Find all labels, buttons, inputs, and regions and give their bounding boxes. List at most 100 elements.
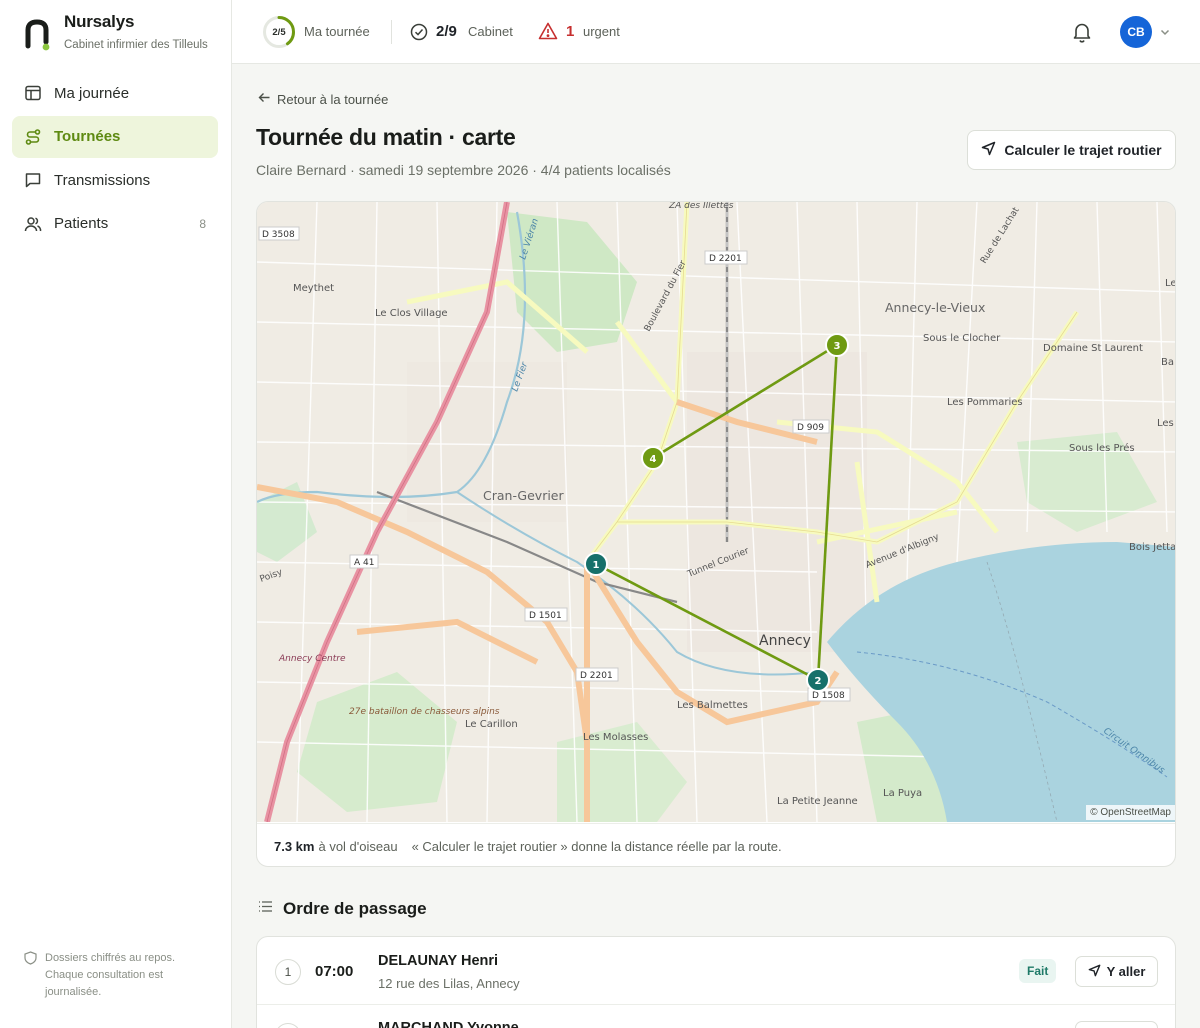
map-card: Meythet Le Clos Village Cran-Gevrier Ann… xyxy=(256,201,1176,867)
avatar[interactable]: CB xyxy=(1120,16,1152,48)
users-icon xyxy=(24,215,42,233)
stop-marker-1[interactable]: 1 xyxy=(584,552,608,576)
go-there-label: Y aller xyxy=(1106,964,1146,979)
svg-text:D 2201: D 2201 xyxy=(709,254,742,264)
warning-icon xyxy=(538,22,558,45)
svg-text:D 3508: D 3508 xyxy=(262,230,295,240)
map-label: Cran-Gevrier xyxy=(483,488,564,503)
svg-text:1: 1 xyxy=(593,560,600,571)
cabinet-name: Cabinet infirmier des Tilleuls xyxy=(64,39,208,51)
svg-text:D 1508: D 1508 xyxy=(812,691,845,701)
list-item[interactable]: 2 MARCHAND Yvonne xyxy=(257,1005,1175,1028)
page-subtitle: Claire Bernard · samedi 19 septembre 202… xyxy=(256,162,671,178)
topbar: 2/5 Ma tournée 2/9 Cabinet 1 urgent CB xyxy=(232,0,1200,64)
map-label: Bois Jetta xyxy=(1129,542,1176,553)
nursalys-logo-icon xyxy=(24,18,50,52)
route-icon xyxy=(24,128,42,146)
map-label: Le Clos Village xyxy=(375,308,448,319)
map-label: Annecy xyxy=(759,633,811,649)
cabinet-label: Cabinet xyxy=(468,24,513,39)
list-icon xyxy=(258,900,273,918)
map-label: Annecy-le-Vieux xyxy=(885,300,985,315)
sidebar-item-label: Tournées xyxy=(54,128,121,145)
bell-icon[interactable] xyxy=(1070,20,1094,44)
visit-number: 1 xyxy=(275,959,301,985)
patient-name[interactable]: MARCHAND Yvonne xyxy=(378,1020,519,1028)
sidebar-item-ma-journee[interactable]: Ma journée xyxy=(12,72,218,114)
map-label: Sous les Prés xyxy=(1069,442,1135,454)
svg-text:D 1501: D 1501 xyxy=(529,611,562,621)
stop-marker-3[interactable]: 3 xyxy=(825,333,849,357)
distance-value: 7.3 km xyxy=(274,838,315,854)
map-label: Les Pommaries xyxy=(947,397,1023,408)
sidebar-item-tournees[interactable]: Tournées xyxy=(12,115,218,158)
svg-text:2: 2 xyxy=(815,676,822,687)
visit-number: 2 xyxy=(275,1023,301,1028)
map-attribution[interactable]: © OpenStreetMap xyxy=(1086,805,1175,820)
back-link[interactable]: Retour à la tournée xyxy=(258,91,388,107)
navigation-icon xyxy=(1088,964,1101,980)
check-circle-icon xyxy=(410,23,428,46)
road-label: D 2201 xyxy=(575,667,619,682)
urgent-count: 1 xyxy=(566,23,575,40)
stop-marker-2[interactable]: 2 xyxy=(806,668,830,692)
urgent-label: urgent xyxy=(583,24,620,39)
go-there-button[interactable]: Y aller xyxy=(1075,956,1158,987)
map-label: Annecy Centre xyxy=(278,654,346,664)
calculate-route-label: Calculer le trajet routier xyxy=(1004,142,1162,158)
road-label: A 41 xyxy=(349,554,379,569)
order-title: Ordre de passage xyxy=(283,899,427,918)
map-label: Ba xyxy=(1161,357,1174,368)
map-label: Les Ba xyxy=(1157,418,1176,429)
svg-text:D 909: D 909 xyxy=(797,423,824,433)
svg-text:A 41: A 41 xyxy=(354,558,374,568)
road-label: D 909 xyxy=(792,419,830,434)
tour-progress-value: 2/5 xyxy=(272,26,286,38)
map-label: La Puya xyxy=(883,788,922,799)
security-note-text: Dossiers chiffrés au repos. Chaque consu… xyxy=(45,952,176,998)
navigation-icon xyxy=(981,141,996,159)
map-label: Les Balmettes xyxy=(677,700,748,711)
map-footer: 7.3 km à vol d'oiseau « Calculer le traj… xyxy=(257,823,1175,866)
order-section-header: Ordre de passage xyxy=(258,899,427,919)
road-label: D 3508 xyxy=(258,226,300,241)
stop-marker-4[interactable]: 4 xyxy=(641,446,665,470)
patient-name[interactable]: DELAUNAY Henri xyxy=(378,953,498,969)
map-label: ZA des Illettes xyxy=(668,202,734,211)
tour-progress-label[interactable]: Ma tournée xyxy=(304,24,370,39)
sidebar-item-label: Transmissions xyxy=(54,171,151,189)
brand[interactable]: Nursalys Cabinet infirmier des Tilleuls xyxy=(24,12,210,52)
patient-address: 12 rue des Lilas, Annecy xyxy=(378,976,520,991)
sidebar-item-patients[interactable]: Patients 8 xyxy=(12,203,218,245)
svg-text:D 2201: D 2201 xyxy=(580,671,613,681)
app-name: Nursalys xyxy=(64,12,135,31)
patients-count-badge: 8 xyxy=(199,216,206,231)
sidebar-nav: Ma journée Tournées Transmissions Patien… xyxy=(12,72,218,246)
map-label: Le xyxy=(1165,278,1176,289)
status-badge: Fait xyxy=(1019,959,1057,983)
map-label: La Petite Jeanne xyxy=(777,796,858,807)
map-label: Meythet xyxy=(293,283,334,294)
go-there-button[interactable] xyxy=(1075,1021,1158,1028)
list-item[interactable]: 1 07:00 DELAUNAY Henri 12 rue des Lilas,… xyxy=(257,937,1175,1005)
divider xyxy=(391,20,392,44)
chevron-down-icon[interactable] xyxy=(1159,25,1171,43)
road-label: D 1501 xyxy=(524,607,568,622)
layout-icon xyxy=(24,84,42,102)
map[interactable]: Meythet Le Clos Village Cran-Gevrier Ann… xyxy=(257,202,1176,822)
route-hint: « Calculer le trajet routier » donne la … xyxy=(411,838,782,854)
sidebar-item-transmissions[interactable]: Transmissions xyxy=(12,159,218,201)
map-label: Sous le Clocher xyxy=(923,333,1001,344)
distance-label: à vol d'oiseau xyxy=(318,838,398,854)
map-label: Le Carillon xyxy=(465,719,518,730)
road-label: D 2201 xyxy=(704,250,748,265)
security-note: Dossiers chiffrés au repos. Chaque consu… xyxy=(24,950,204,1001)
message-icon xyxy=(24,171,42,189)
arrow-left-icon xyxy=(258,91,271,107)
map-label: Les Molasses xyxy=(583,732,648,743)
visit-time: 07:00 xyxy=(315,963,354,980)
svg-text:3: 3 xyxy=(834,341,841,352)
map-canvas[interactable]: Meythet Le Clos Village Cran-Gevrier Ann… xyxy=(257,202,1176,822)
map-label: 27e bataillon de chasseurs alpins xyxy=(349,707,500,717)
calculate-route-button[interactable]: Calculer le trajet routier xyxy=(967,130,1176,170)
